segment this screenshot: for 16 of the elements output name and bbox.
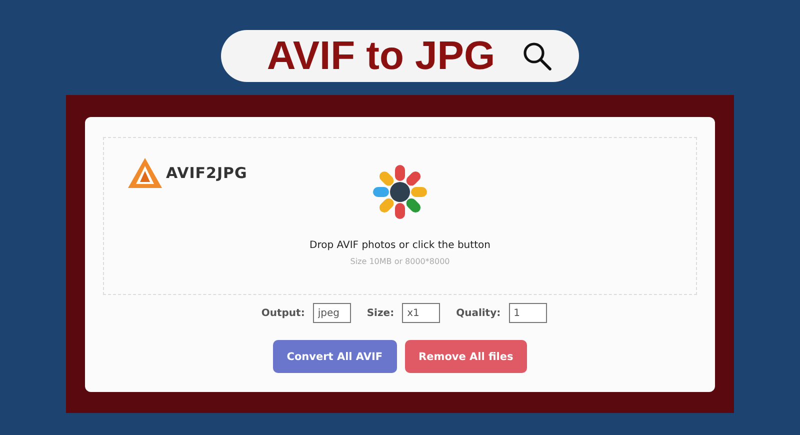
convert-button[interactable]: Convert All AVIF bbox=[272, 340, 397, 373]
drop-title: Drop AVIF photos or click the button bbox=[310, 240, 490, 251]
banner-title: AVIF to JPG bbox=[266, 34, 496, 78]
option-label: Quality: bbox=[456, 308, 501, 318]
option-field[interactable]: x1 bbox=[402, 303, 440, 323]
option-label: Output: bbox=[261, 308, 305, 318]
drop-hint: Size 10MB or 8000*8000 bbox=[350, 257, 450, 266]
option-field[interactable]: jpeg bbox=[312, 303, 351, 323]
search-icon bbox=[521, 40, 554, 72]
flower-icon bbox=[370, 162, 430, 222]
option-field[interactable]: 1 bbox=[508, 303, 547, 323]
option-label: Size: bbox=[366, 308, 394, 318]
logo-icon bbox=[128, 158, 162, 188]
drop-zone[interactable]: AVIF2JPG Drop AVIF photos or click the button Size 10MB or 8000*8000 bbox=[103, 137, 697, 295]
logo-text: AVIF2JPG bbox=[166, 164, 248, 182]
remove-button[interactable]: Remove All files bbox=[404, 340, 528, 373]
